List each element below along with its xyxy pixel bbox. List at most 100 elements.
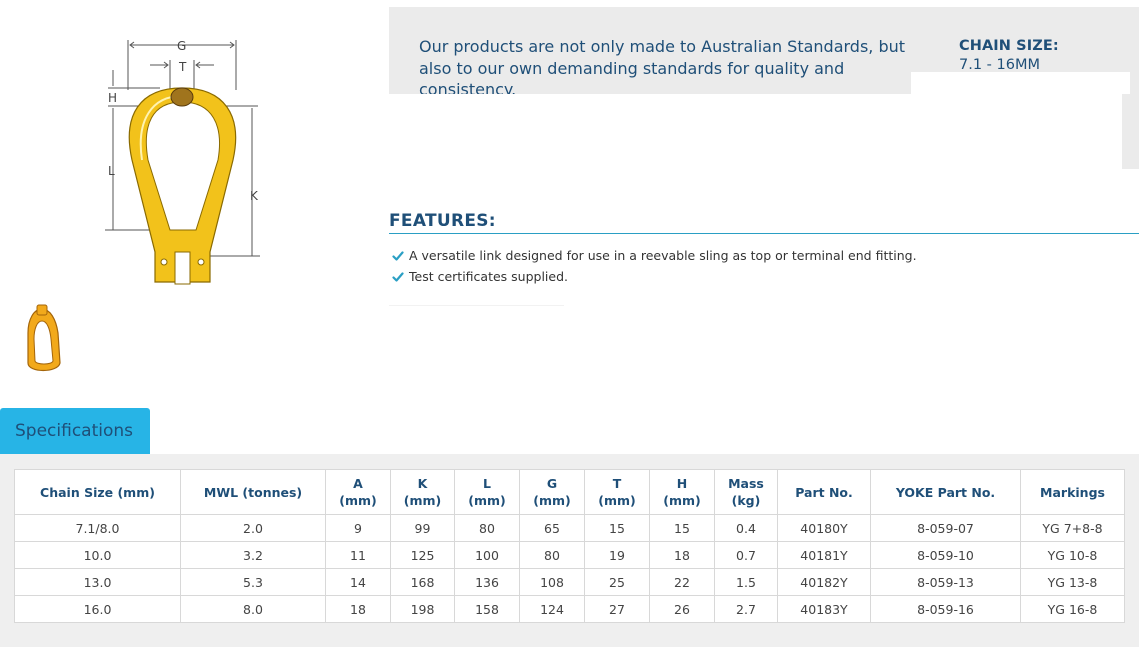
table-cell: 158	[454, 595, 520, 623]
table-header-cell: A (mm)	[325, 469, 391, 515]
table-header-text: (mm)	[339, 493, 377, 508]
divider	[389, 305, 564, 306]
table-header-text: MWL (tonnes)	[203, 484, 303, 500]
table-header-text: Part No.	[795, 484, 853, 500]
table-header-cell: YOKE Part No.	[870, 469, 1021, 515]
feature-item: Test certificates supplied.	[392, 266, 917, 287]
intro-overlay-lower	[389, 94, 1122, 169]
table-cell: YG 10-8	[1020, 541, 1125, 569]
table-cell: 9	[325, 514, 391, 542]
table-cell: 18	[649, 541, 715, 569]
table-cell: 19	[584, 541, 650, 569]
table-header-row: Chain Size (mm) MWL (tonnes) A (mm) K (mm) L (m…	[14, 469, 1125, 515]
diagram-label-g: G	[177, 39, 186, 53]
table-header-text: Mass	[728, 476, 764, 491]
table-cell: 125	[390, 541, 455, 569]
table-header-text: T	[612, 476, 622, 491]
table-cell: 8.0	[180, 595, 326, 623]
diagram-label-t: T	[178, 60, 187, 74]
table-cell: 100	[454, 541, 520, 569]
table-header-text: (mm)	[403, 493, 442, 508]
table-cell: 2.0	[180, 514, 326, 542]
table-header-text: (mm)	[663, 493, 701, 508]
table-cell: 0.7	[714, 541, 778, 569]
pear-link-diagram: G T H L K	[105, 39, 260, 285]
table-cell: 8-059-16	[870, 595, 1021, 623]
table-cell: 40180Y	[777, 514, 871, 542]
table-cell: 16.0	[14, 595, 181, 623]
table-cell: 27	[584, 595, 650, 623]
chain-size-title: CHAIN SIZE:	[959, 38, 1059, 54]
table-cell: 8-059-10	[870, 541, 1021, 569]
check-icon	[392, 250, 404, 261]
table-cell: YG 7+8-8	[1020, 514, 1125, 542]
table-row: 7.1/8.0 2.0 9 99 80 65 15 15 0.4 40180Y 8-059-07 YG…	[14, 514, 1125, 542]
table-header-cell: H (mm)	[649, 469, 715, 515]
table-cell: 18	[325, 595, 391, 623]
table-header-cell: G (mm)	[519, 469, 585, 515]
table-cell: 40182Y	[777, 568, 871, 596]
table-row: 10.0 3.2 11 125 100 80 19 18 0.7 40181Y 8-059-10 YG…	[14, 541, 1125, 569]
table-header-cell: L (mm)	[454, 469, 520, 515]
table-cell: 8-059-13	[870, 568, 1021, 596]
table-row: 16.0 8.0 18 198 158 124 27 26 2.7 40183Y 8-059-16 Y…	[14, 595, 1125, 623]
tab-specifications[interactable]: Specifications	[0, 408, 150, 454]
pear-link-thumbnail[interactable]	[22, 303, 66, 379]
table-header-text: Chain Size (mm)	[40, 484, 155, 500]
diagram-label-h: H	[108, 91, 117, 105]
table-header-text: (mm)	[468, 493, 506, 508]
table-cell: 198	[390, 595, 455, 623]
table-cell: 7.1/8.0	[14, 514, 181, 542]
table-cell: 0.4	[714, 514, 778, 542]
table-cell: 108	[519, 568, 585, 596]
diagram-label-k: K	[250, 189, 259, 203]
table-header-cell: MWL (tonnes)	[180, 469, 326, 515]
table-cell: 13.0	[14, 568, 181, 596]
table-cell: 10.0	[14, 541, 181, 569]
table-header-text: G	[546, 476, 558, 491]
table-cell: 136	[454, 568, 520, 596]
table-cell: YG 13-8	[1020, 568, 1125, 596]
table-cell: 2.7	[714, 595, 778, 623]
table-cell: 22	[649, 568, 715, 596]
table-cell: 80	[454, 514, 520, 542]
table-header-cell: Chain Size (mm)	[14, 469, 181, 515]
intro-panel: Our products are not only made to Austra…	[389, 7, 1139, 169]
table-cell: 15	[584, 514, 650, 542]
table-cell: 168	[390, 568, 455, 596]
specifications-table: Chain Size (mm) MWL (tonnes) A (mm) K (mm) L (m…	[14, 469, 1125, 623]
table-header-cell: Part No.	[777, 469, 871, 515]
table-header-cell: T (mm)	[584, 469, 650, 515]
table-header-text: L	[483, 476, 491, 491]
intro-text: Our products are not only made to Austra…	[419, 37, 906, 94]
table-header-text: H	[676, 476, 688, 491]
table-header-cell: Markings	[1020, 469, 1125, 515]
table-cell: 124	[519, 595, 585, 623]
table-cell: 40181Y	[777, 541, 871, 569]
table-header-text: A	[353, 476, 363, 491]
intro-overlay	[911, 72, 1130, 94]
feature-text: Test certificates supplied.	[409, 269, 568, 284]
table-cell: 5.3	[180, 568, 326, 596]
features-list: A versatile link designed for use in a r…	[392, 245, 917, 287]
features-title: FEATURES:	[389, 211, 1139, 234]
table-header-text: Markings	[1040, 484, 1105, 500]
table-cell: 3.2	[180, 541, 326, 569]
table-header-text: K	[417, 476, 428, 491]
table-header-text: (mm)	[533, 493, 571, 508]
table-row: 13.0 5.3 14 168 136 108 25 22 1.5 40182Y 8-059-13 Y…	[14, 568, 1125, 596]
table-header-cell: Mass (kg)	[714, 469, 778, 515]
feature-item: A versatile link designed for use in a r…	[392, 245, 917, 266]
table-header-cell: K (mm)	[390, 469, 455, 515]
table-header-text: (mm)	[598, 493, 636, 508]
diagram-label-l: L	[108, 164, 115, 178]
feature-text: A versatile link designed for use in a r…	[409, 248, 917, 263]
table-cell: 14	[325, 568, 391, 596]
table-cell: 8-059-07	[870, 514, 1021, 542]
table-cell: 1.5	[714, 568, 778, 596]
table-header-text: YOKE Part No.	[895, 484, 996, 500]
chain-size-value: 7.1 - 16MM	[959, 57, 1040, 73]
table-cell: 26	[649, 595, 715, 623]
table-cell: 99	[390, 514, 455, 542]
table-cell: YG 16-8	[1020, 595, 1125, 623]
